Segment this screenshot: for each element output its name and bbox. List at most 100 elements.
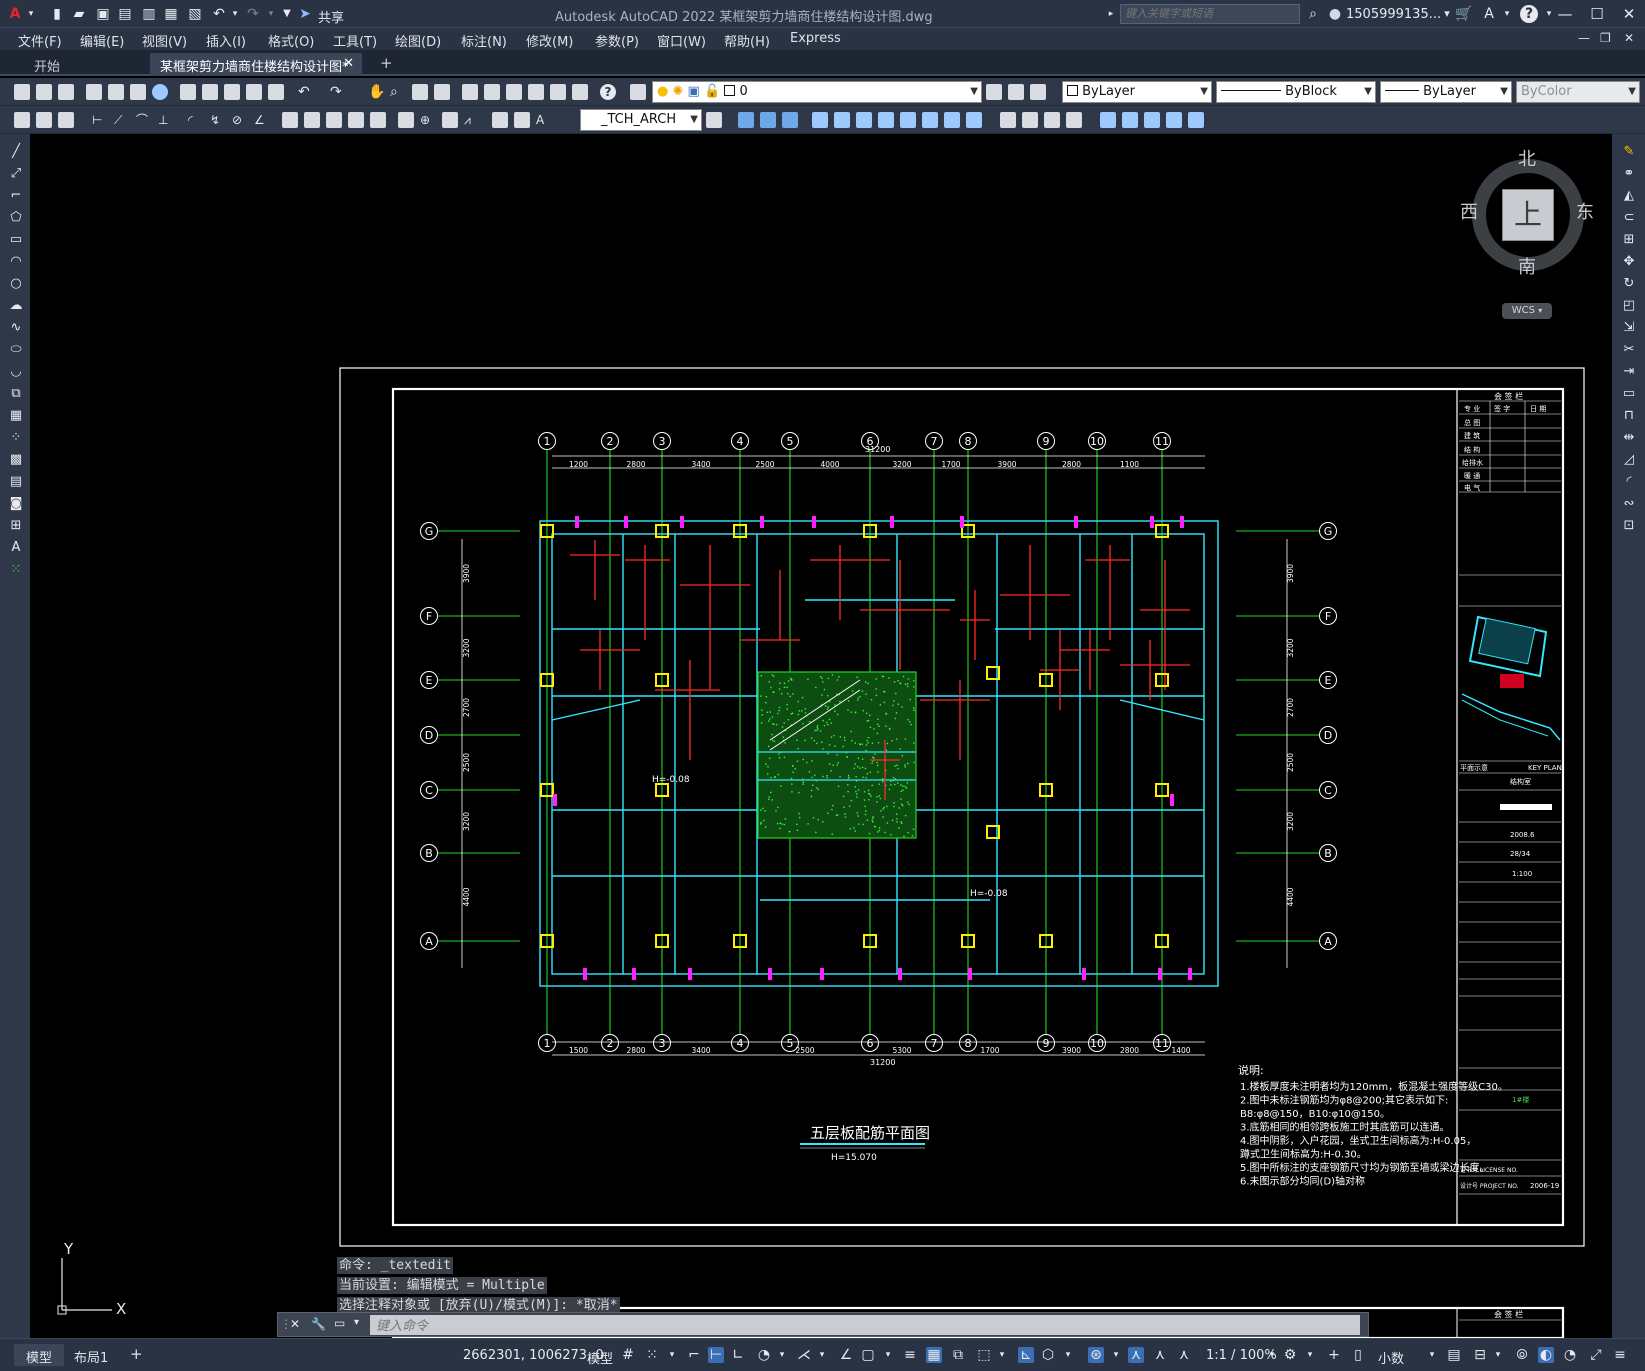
- revolve-icon[interactable]: [900, 112, 916, 128]
- open-file-icon[interactable]: ▰: [70, 5, 88, 23]
- filter-dropdown-icon[interactable]: ▾: [1060, 1347, 1076, 1363]
- menu-window[interactable]: 窗口(W): [657, 31, 706, 50]
- qdim-toolbar-icon[interactable]: [282, 112, 298, 128]
- markup-icon[interactable]: [550, 84, 566, 100]
- command-input[interactable]: [370, 1315, 1360, 1335]
- gizmo-icon[interactable]: ⊛: [1088, 1347, 1104, 1363]
- wcs-menu[interactable]: WCS ▾: [1502, 303, 1552, 319]
- annotation-monitor-icon[interactable]: +: [1326, 1347, 1342, 1363]
- help-toolbar-icon[interactable]: ?: [600, 84, 616, 100]
- dynamic-ucs-icon[interactable]: ⊾: [1018, 1347, 1034, 1363]
- units-dropdown-icon[interactable]: ▾: [1424, 1347, 1440, 1363]
- fillet-icon[interactable]: ◜: [1621, 474, 1637, 490]
- snap-dropdown-icon[interactable]: ▾: [664, 1347, 680, 1363]
- open-icon[interactable]: [36, 84, 52, 100]
- selection-filter-icon[interactable]: ⬡: [1040, 1347, 1056, 1363]
- rectangle-icon[interactable]: ▭: [8, 232, 24, 248]
- compass-north[interactable]: 北: [1518, 145, 1536, 171]
- zoom-window-icon[interactable]: [412, 84, 428, 100]
- dim-radius-icon[interactable]: ◜: [188, 112, 204, 128]
- 3d-rotate-icon[interactable]: [1122, 112, 1138, 128]
- dim-style-icon[interactable]: [36, 112, 52, 128]
- dim-edit-icon[interactable]: [492, 112, 508, 128]
- ellipse-icon[interactable]: ⬭: [8, 342, 24, 358]
- make-block-icon[interactable]: ▦: [8, 408, 24, 424]
- section-plane-icon[interactable]: [1022, 112, 1038, 128]
- solid-union-icon[interactable]: [812, 112, 828, 128]
- qnew-icon[interactable]: [14, 84, 30, 100]
- units-icon[interactable]: ▯: [1350, 1347, 1366, 1363]
- gizmo-dropdown-icon[interactable]: ▾: [1108, 1347, 1124, 1363]
- 3d-mirror-icon[interactable]: [1188, 112, 1204, 128]
- 3d-align-icon[interactable]: [1144, 112, 1160, 128]
- transparency-icon[interactable]: ▦: [926, 1347, 942, 1363]
- sweep-icon[interactable]: [922, 112, 938, 128]
- share-label[interactable]: 共享: [318, 7, 344, 26]
- layer-properties-icon[interactable]: [630, 84, 646, 100]
- linetype-dropdown[interactable]: ByBlock ▼: [1216, 81, 1376, 103]
- search-expand-icon[interactable]: ▸: [1102, 5, 1120, 23]
- close-icon[interactable]: ✕: [1614, 2, 1644, 26]
- object-snap-tracking-icon[interactable]: ∠: [838, 1347, 854, 1363]
- tab-start[interactable]: 开始: [24, 53, 152, 76]
- slice-icon[interactable]: [1000, 112, 1016, 128]
- text-style-dropdown[interactable]: _TCH_ARCH ▼: [580, 109, 702, 131]
- sheet-set-icon[interactable]: [528, 84, 544, 100]
- array-icon[interactable]: ⊞: [1621, 232, 1637, 248]
- mtext-icon[interactable]: A: [8, 540, 24, 556]
- workspace-dropdown-icon[interactable]: ▾: [1302, 1347, 1318, 1363]
- tab-layout1[interactable]: 布局1: [62, 1344, 120, 1366]
- gradient-icon[interactable]: ▤: [8, 474, 24, 490]
- quick-properties-icon[interactable]: ▤: [1446, 1347, 1462, 1363]
- doc-minimize-icon[interactable]: —: [1578, 31, 1590, 45]
- command-recent-icon[interactable]: ▭: [334, 1316, 345, 1330]
- menu-view[interactable]: 视图(V): [142, 31, 187, 50]
- tool-palettes-icon[interactable]: [506, 84, 522, 100]
- dim-break-icon[interactable]: [370, 112, 386, 128]
- auto-scale-icon[interactable]: ⋏: [1152, 1347, 1168, 1363]
- imprint-icon[interactable]: [1066, 112, 1082, 128]
- 3d-object-snap-icon[interactable]: ⬚: [976, 1347, 992, 1363]
- zoom-previous-icon[interactable]: [434, 84, 450, 100]
- rotate-icon[interactable]: ↻: [1621, 276, 1637, 292]
- layer-on-bulb-icon[interactable]: ●: [657, 84, 668, 99]
- share-icon[interactable]: ➤: [296, 5, 314, 23]
- ellipse-arc-icon[interactable]: ◡: [8, 364, 24, 380]
- save-toolbar-icon[interactable]: [58, 84, 74, 100]
- doc-restore-icon[interactable]: ❐: [1600, 31, 1611, 45]
- pan-icon[interactable]: ✋: [368, 84, 385, 100]
- layer-previous-icon[interactable]: [1008, 84, 1024, 100]
- plot-toolbar-icon[interactable]: [86, 84, 102, 100]
- drawing-canvas[interactable]: 会 签 栏 专 业 签 字 日 期 总 图 建 筑 结 构 给排水 暖 通 电 …: [30, 134, 1612, 1338]
- solid-subtract-icon[interactable]: [834, 112, 850, 128]
- scale-dropdown-icon[interactable]: ▾: [1264, 1347, 1280, 1363]
- save-icon[interactable]: ▣: [94, 5, 112, 23]
- dim-baseline-icon[interactable]: [304, 112, 320, 128]
- search-icon[interactable]: ⌕: [1304, 5, 1322, 23]
- dim-continue-icon[interactable]: [326, 112, 342, 128]
- tab-model[interactable]: 模型: [14, 1344, 65, 1366]
- question-icon[interactable]: ?: [1520, 5, 1538, 23]
- jogged-linear-icon[interactable]: ⩘: [464, 112, 480, 128]
- redo-icon[interactable]: ↷: [244, 5, 262, 23]
- new-tab-icon[interactable]: +: [370, 53, 403, 76]
- layer-dropdown[interactable]: ● ✺ ▣ 🔓 0 ▼: [652, 81, 982, 103]
- menu-parametric[interactable]: 参数(P): [595, 31, 639, 50]
- command-customize-wrench-icon[interactable]: 🔧: [311, 1317, 326, 1331]
- layer-state-icon[interactable]: [1030, 84, 1046, 100]
- erase-icon[interactable]: ✎: [1621, 144, 1637, 160]
- layer-unlock-icon[interactable]: 🔓: [704, 84, 720, 99]
- fullscreen-icon[interactable]: ⤢: [1588, 1347, 1604, 1363]
- selection-cycling-icon[interactable]: ⧉: [950, 1347, 966, 1363]
- center-mark-icon[interactable]: ⊕: [420, 112, 436, 128]
- autodesk-app-icon[interactable]: A: [1480, 5, 1498, 23]
- menu-file[interactable]: 文件(F): [18, 31, 62, 50]
- inspection-icon[interactable]: [442, 112, 458, 128]
- trim-icon[interactable]: ✂: [1621, 342, 1637, 358]
- dim-angular-icon[interactable]: ∠: [254, 112, 270, 128]
- solid-intersect-icon[interactable]: [856, 112, 872, 128]
- add-layout-icon[interactable]: +: [118, 1344, 155, 1366]
- snap-icon[interactable]: ⁙: [644, 1347, 660, 1363]
- menu-tools[interactable]: 工具(T): [333, 31, 377, 50]
- user-icon[interactable]: ●: [1326, 5, 1344, 23]
